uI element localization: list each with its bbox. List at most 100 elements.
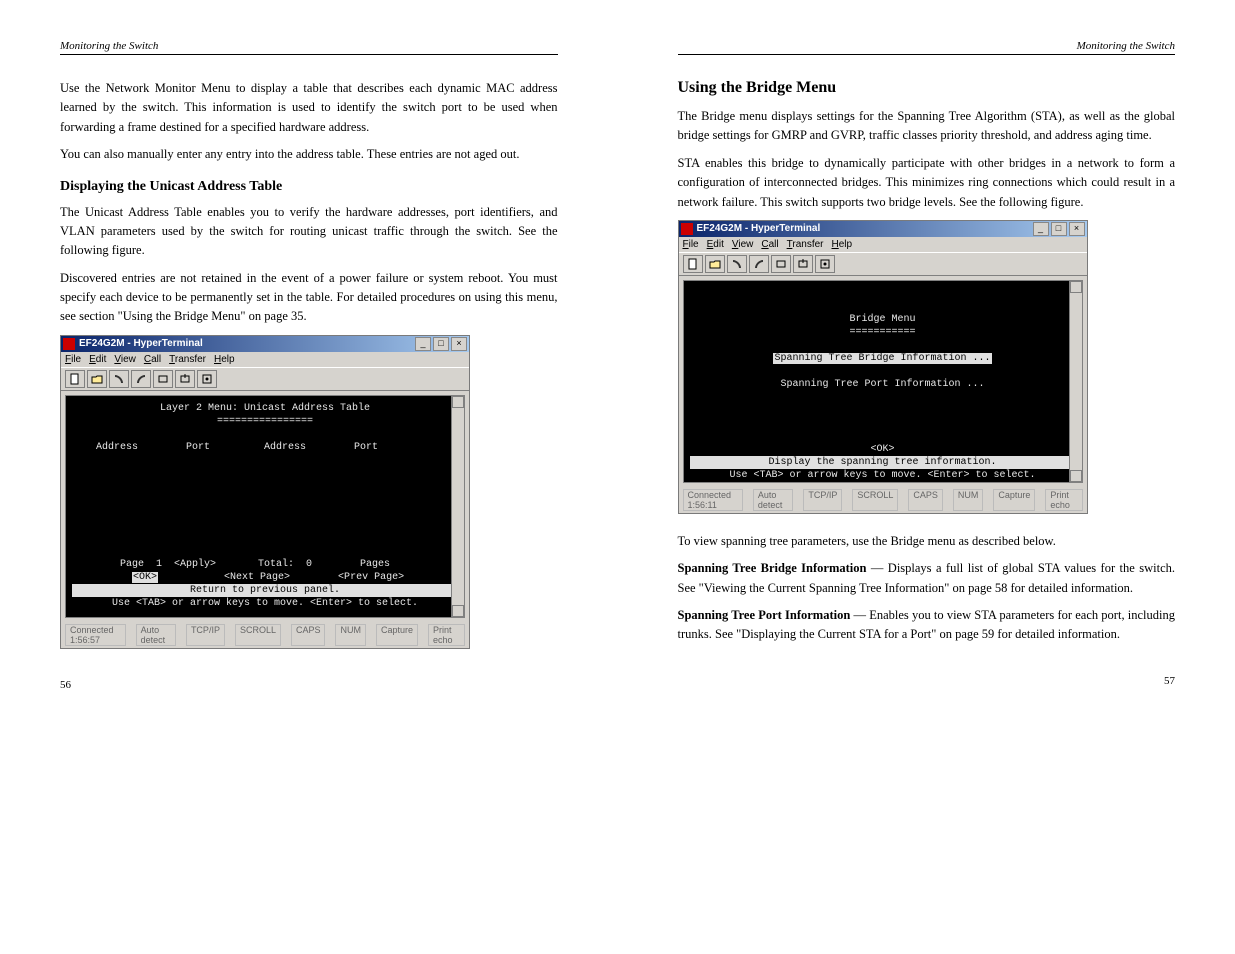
maximize-button-2[interactable]: □ bbox=[1051, 222, 1067, 236]
term-footer1: Page 1 <Apply> Total: 0 Pages bbox=[72, 558, 458, 571]
tool-send-icon[interactable] bbox=[153, 370, 173, 388]
status-tcpip: TCP/IP bbox=[186, 624, 225, 646]
menu-transfer[interactable]: Transfer bbox=[169, 354, 206, 365]
subheading-unicast: Displaying the Unicast Address Table bbox=[60, 179, 558, 195]
tool-disconnect-icon[interactable] bbox=[131, 370, 151, 388]
tool-open-icon[interactable] bbox=[87, 370, 107, 388]
t2-item-other[interactable]: Spanning Tree Port Information ... bbox=[690, 378, 1076, 391]
r-para-1: The Bridge menu displays settings for th… bbox=[678, 107, 1176, 146]
r-item-1-title: Spanning Tree Bridge Information bbox=[678, 561, 867, 575]
scrollbar-2[interactable] bbox=[1069, 281, 1082, 482]
close-button[interactable]: × bbox=[451, 337, 467, 351]
term-blank6 bbox=[72, 506, 458, 519]
term-footer2: <OK> <Next Page> <Prev Page> bbox=[72, 571, 458, 584]
menu-transfer-2[interactable]: Transfer bbox=[787, 239, 824, 250]
t2-blank1 bbox=[690, 339, 1076, 352]
status2-num: NUM bbox=[953, 489, 984, 511]
tool-open-icon-2[interactable] bbox=[705, 255, 725, 273]
tool-send-icon-2[interactable] bbox=[771, 255, 791, 273]
titlebar-2[interactable]: EF24G2M - HyperTerminal _ □ × bbox=[679, 221, 1087, 237]
menubar-2: File Edit View Call Transfer Help bbox=[679, 237, 1087, 252]
menu-call-2[interactable]: Call bbox=[761, 239, 778, 250]
window-buttons-2: _ □ × bbox=[1031, 222, 1085, 236]
t2-underline: =========== bbox=[690, 326, 1076, 339]
menu-file-2[interactable]: File bbox=[683, 239, 699, 250]
page-number-left: 56 bbox=[60, 679, 558, 691]
tool-call-icon-2[interactable] bbox=[727, 255, 747, 273]
page-header-left: Monitoring the Switch bbox=[60, 40, 558, 55]
term-title: Layer 2 Menu: Unicast Address Table bbox=[72, 402, 458, 415]
menu-help-2[interactable]: Help bbox=[832, 239, 853, 250]
menu-view[interactable]: View bbox=[114, 354, 136, 365]
hyperterminal-window-2: EF24G2M - HyperTerminal _ □ × File Edit … bbox=[678, 220, 1088, 514]
tool-new-icon-2[interactable] bbox=[683, 255, 703, 273]
ok-button[interactable]: <OK> bbox=[132, 572, 158, 583]
menu-edit[interactable]: Edit bbox=[89, 354, 106, 365]
tool-receive-icon-2[interactable] bbox=[793, 255, 813, 273]
statusbar: Connected 1:56:57 Auto detect TCP/IP SCR… bbox=[61, 622, 469, 648]
page-header-right: Monitoring the Switch bbox=[678, 40, 1176, 55]
term-blank7 bbox=[72, 519, 458, 532]
menu-file[interactable]: File bbox=[65, 354, 81, 365]
page-number-right: 57 bbox=[678, 675, 1176, 687]
header-text-left: Monitoring the Switch bbox=[60, 40, 158, 52]
tool-receive-icon[interactable] bbox=[175, 370, 195, 388]
status2-autodetect: Auto detect bbox=[753, 489, 793, 511]
status-connected: Connected 1:56:57 bbox=[65, 624, 126, 646]
window-title-2: EF24G2M - HyperTerminal bbox=[697, 223, 821, 234]
term-help1: Return to previous panel. bbox=[72, 584, 458, 597]
t2-title: Bridge Menu bbox=[690, 313, 1076, 326]
status2-tcpip: TCP/IP bbox=[803, 489, 842, 511]
status-num: NUM bbox=[335, 624, 366, 646]
window-buttons: _ □ × bbox=[413, 337, 467, 351]
tool-disconnect-icon-2[interactable] bbox=[749, 255, 769, 273]
status2-connected: Connected 1:56:11 bbox=[683, 489, 743, 511]
titlebar[interactable]: EF24G2M - HyperTerminal _ □ × bbox=[61, 336, 469, 352]
status2-capture: Capture bbox=[993, 489, 1035, 511]
tool-call-icon[interactable] bbox=[109, 370, 129, 388]
t2-help2: Use <TAB> or arrow keys to move. <Enter>… bbox=[690, 469, 1076, 482]
menu-call[interactable]: Call bbox=[144, 354, 161, 365]
r-item-1: Spanning Tree Bridge Information — Displ… bbox=[678, 559, 1176, 598]
menu-view-2[interactable]: View bbox=[732, 239, 754, 250]
status-scroll: SCROLL bbox=[235, 624, 281, 646]
terminal-wrap-2: Bridge Menu =========== Spanning Tree Br… bbox=[679, 276, 1087, 487]
t2-blank3 bbox=[690, 391, 1076, 404]
r-item-2: Spanning Tree Port Information — Enables… bbox=[678, 606, 1176, 645]
term-blank5 bbox=[72, 493, 458, 506]
menu-help[interactable]: Help bbox=[214, 354, 235, 365]
terminal-screen[interactable]: Layer 2 Menu: Unicast Address Table ====… bbox=[65, 395, 465, 618]
term-cols: Address Port Address Port bbox=[72, 441, 458, 454]
close-button-2[interactable]: × bbox=[1069, 222, 1085, 236]
terminal-wrap: Layer 2 Menu: Unicast Address Table ====… bbox=[61, 391, 469, 622]
menu-edit-2[interactable]: Edit bbox=[707, 239, 724, 250]
para-4: Discovered entries are not retained in t… bbox=[60, 269, 558, 327]
para-2: You can also manually enter any entry in… bbox=[60, 145, 558, 164]
t2-blank2 bbox=[690, 365, 1076, 378]
terminal-screen-2[interactable]: Bridge Menu =========== Spanning Tree Br… bbox=[683, 280, 1083, 483]
app-icon bbox=[63, 338, 75, 350]
status-autodetect: Auto detect bbox=[136, 624, 176, 646]
status2-printecho: Print echo bbox=[1045, 489, 1082, 511]
term-blank1 bbox=[72, 428, 458, 441]
selected-item-text: Spanning Tree Bridge Information ... bbox=[773, 353, 991, 364]
status-caps: CAPS bbox=[291, 624, 326, 646]
t2-help1: Display the spanning tree information. bbox=[690, 456, 1076, 469]
t2-blank0b bbox=[690, 300, 1076, 313]
term-blank4 bbox=[72, 480, 458, 493]
term-blank9 bbox=[72, 545, 458, 558]
minimize-button-2[interactable]: _ bbox=[1033, 222, 1049, 236]
hyperterminal-window-1: EF24G2M - HyperTerminal _ □ × File Edit … bbox=[60, 335, 470, 649]
tool-properties-icon-2[interactable] bbox=[815, 255, 835, 273]
t2-item-selected[interactable]: Spanning Tree Bridge Information ... bbox=[690, 352, 1076, 365]
tool-new-icon[interactable] bbox=[65, 370, 85, 388]
maximize-button[interactable]: □ bbox=[433, 337, 449, 351]
minimize-button[interactable]: _ bbox=[415, 337, 431, 351]
t2-ok[interactable]: <OK> bbox=[690, 443, 1076, 456]
heading-bridge-menu: Using the Bridge Menu bbox=[678, 79, 1176, 97]
scrollbar[interactable] bbox=[451, 396, 464, 617]
tool-properties-icon[interactable] bbox=[197, 370, 217, 388]
right-column: Monitoring the Switch Using the Bridge M… bbox=[618, 0, 1235, 731]
t2-blank0 bbox=[690, 287, 1076, 300]
left-column: Monitoring the Switch Use the Network Mo… bbox=[0, 0, 618, 731]
